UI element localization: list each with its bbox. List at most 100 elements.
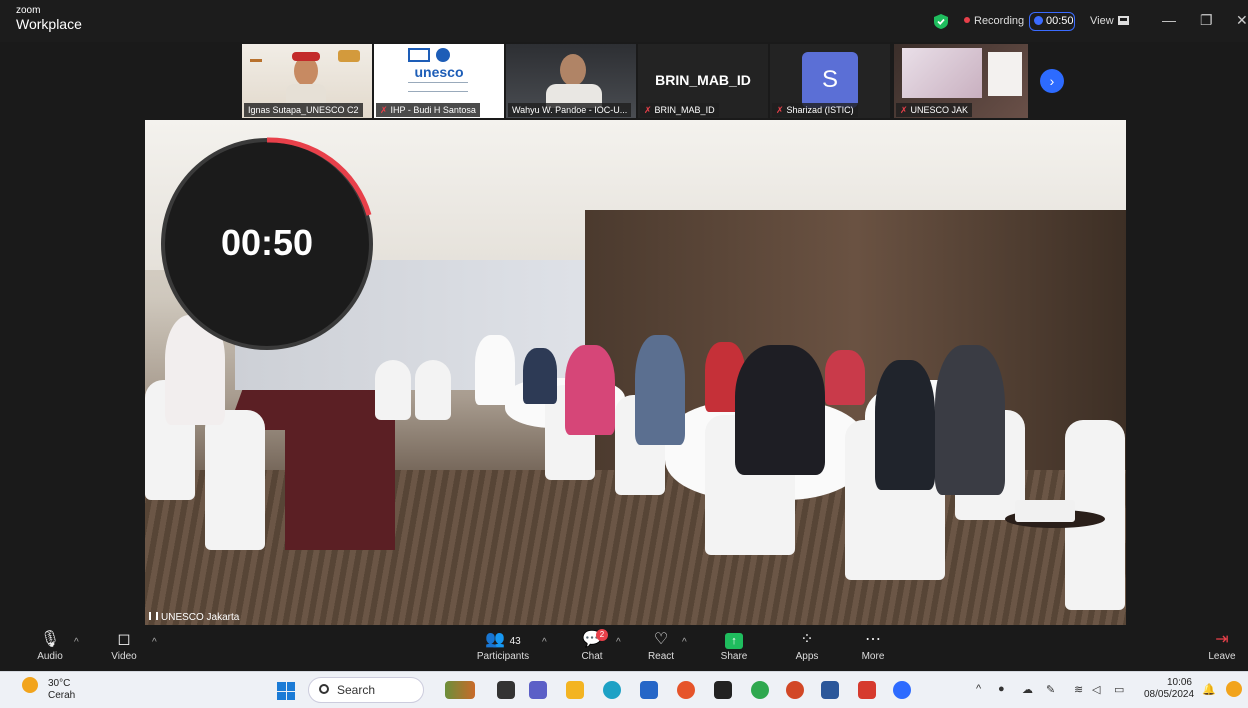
person (875, 360, 935, 490)
thumbnail-unesco-jak[interactable]: ✗ UNESCO JAK (894, 44, 1028, 118)
weather-widget[interactable]: 30°C Cerah (22, 672, 82, 708)
brand-small: zoom (16, 5, 41, 16)
react-button[interactable]: ♡ React (646, 629, 676, 662)
person (635, 335, 685, 445)
battery-icon[interactable]: ▭ (1114, 683, 1124, 696)
banner-decor (988, 52, 1022, 96)
word-icon[interactable] (821, 681, 839, 699)
share-button[interactable]: ↑ Share (718, 629, 750, 662)
search-icon (319, 684, 329, 694)
apps-button[interactable]: ⁘ Apps (792, 629, 822, 662)
tray-app-icon[interactable]: ● (998, 683, 1005, 695)
windows-taskbar: 30°C Cerah Search ^ ● ☁ ✎ ≋ ◁ ▭ 10:06 08… (0, 671, 1248, 708)
more-button[interactable]: ⋯ More (858, 629, 888, 662)
participants-button[interactable]: 👥 43 Participants (470, 629, 536, 662)
react-options-caret[interactable]: ^ (682, 637, 687, 648)
next-page-button[interactable]: › (1040, 69, 1064, 93)
person (475, 335, 515, 405)
start-button[interactable] (277, 682, 295, 700)
shelf-decor (250, 52, 262, 62)
person (825, 350, 865, 405)
volume-icon[interactable]: ◁ (1092, 683, 1100, 696)
leave-icon: ⇥ (1215, 631, 1229, 648)
zoom-taskbar-icon[interactable] (893, 681, 911, 699)
brand-large: Workplace (16, 16, 82, 32)
thumbnail-brin[interactable]: BRIN_MAB_ID ✗ BRIN_MAB_ID (638, 44, 768, 118)
meeting-toolbar: 🎙 Audio ^ ◻ Video ^ 👥 43 Participants ^ 💬 Ch… (0, 625, 1248, 671)
firefox-icon[interactable] (677, 681, 695, 699)
thumbnail-ignas[interactable]: Ignas Sutapa_UNESCO C2 (242, 44, 372, 118)
participant-body (286, 84, 326, 104)
countdown-value: 00:50 (220, 222, 314, 263)
audio-button[interactable]: 🎙 Audio (36, 629, 64, 662)
edge-icon[interactable] (603, 681, 621, 699)
participant-display-name: BRIN_MAB_ID (655, 72, 751, 88)
share-screen-icon: ↑ (725, 633, 743, 649)
thumbnail-ihp[interactable]: unesco ✗ IHP - Budi H Santosa (374, 44, 504, 118)
more-icon: ⋯ (865, 631, 881, 648)
powerpoint-icon[interactable] (786, 681, 804, 699)
weather-sun-icon (22, 677, 38, 693)
timer-icon (1034, 16, 1043, 25)
teams-icon[interactable] (529, 681, 547, 699)
show-hidden-icons-icon[interactable]: ^ (976, 683, 981, 695)
tray-sync-icon[interactable]: ☁ (1022, 683, 1033, 696)
task-view-icon[interactable] (497, 681, 515, 699)
microphone-icon: 🎙 (39, 631, 61, 648)
shared-slide (902, 48, 982, 98)
leave-button[interactable]: ⇥ Leave (1204, 629, 1240, 662)
projector (1015, 500, 1075, 522)
participant-name: ✗ BRIN_MAB_ID (640, 103, 719, 117)
chat-unread-badge: 2 (596, 629, 608, 641)
meeting-timer[interactable]: 00:50 (1029, 12, 1075, 31)
view-button[interactable]: View (1090, 15, 1129, 27)
notification-bell-icon[interactable]: 🔔 (1202, 683, 1216, 696)
mic-muted-icon: ✗ (776, 105, 784, 115)
ihp-logo-icon (436, 48, 450, 62)
minimize-button[interactable]: — (1162, 12, 1176, 28)
chrome-icon[interactable] (751, 681, 769, 699)
participants-icon: 👥 43 (485, 631, 521, 648)
signal-icon (149, 612, 158, 620)
wifi-icon[interactable]: ≋ (1074, 683, 1083, 696)
chair (375, 360, 411, 420)
chair (205, 410, 265, 550)
mic-muted-icon: ✗ (900, 105, 908, 115)
participant-hat (292, 52, 320, 61)
person (935, 345, 1005, 495)
chat-options-caret[interactable]: ^ (616, 637, 621, 648)
recording-indicator[interactable]: Recording (964, 15, 1024, 27)
person (565, 345, 615, 435)
pdf-app-icon[interactable] (858, 681, 876, 699)
photo-app-icon[interactable] (445, 681, 475, 699)
system-clock[interactable]: 10:06 08/05/2024 (1144, 677, 1194, 701)
audio-options-caret[interactable]: ^ (74, 637, 79, 648)
store-icon[interactable] (640, 681, 658, 699)
video-options-caret[interactable]: ^ (152, 637, 157, 648)
logo-subtitle-decor (408, 82, 468, 92)
tray-pen-icon[interactable]: ✎ (1046, 683, 1055, 696)
participant-name: ✗ Sharizad (ISTIC) (772, 103, 858, 117)
view-grid-icon (1117, 16, 1129, 25)
notion-icon[interactable] (714, 681, 732, 699)
encryption-shield-icon[interactable] (934, 14, 948, 29)
copilot-icon[interactable] (1226, 681, 1242, 697)
taskbar-search[interactable]: Search (308, 677, 424, 703)
participant-name: Ignas Sutapa_UNESCO C2 (244, 103, 363, 117)
close-button[interactable]: ✕ (1236, 12, 1248, 29)
thumbnail-wahyu[interactable]: Wahyu W. Pandoe - IOC-U... (506, 44, 636, 118)
mic-muted-icon: ✗ (644, 105, 652, 115)
chair (415, 360, 451, 420)
mic-muted-icon: ✗ (380, 105, 388, 115)
thumbnail-sharizad[interactable]: S ✗ Sharizad (ISTIC) (770, 44, 890, 118)
video-name-label: UNESCO Jakarta (149, 612, 239, 623)
unesco-logo-text: unesco (414, 64, 464, 80)
shelf-decor (338, 50, 360, 62)
file-explorer-icon[interactable] (566, 681, 584, 699)
participant-thumbnail-strip: Ignas Sutapa_UNESCO C2 unesco ✗ IHP - Bud… (242, 44, 1028, 118)
video-button[interactable]: ◻ Video (110, 629, 138, 662)
restore-button[interactable]: ❐ (1200, 12, 1213, 29)
camera-off-icon: ◻ (117, 631, 131, 648)
participant-face (560, 54, 586, 86)
participants-options-caret[interactable]: ^ (542, 637, 547, 648)
